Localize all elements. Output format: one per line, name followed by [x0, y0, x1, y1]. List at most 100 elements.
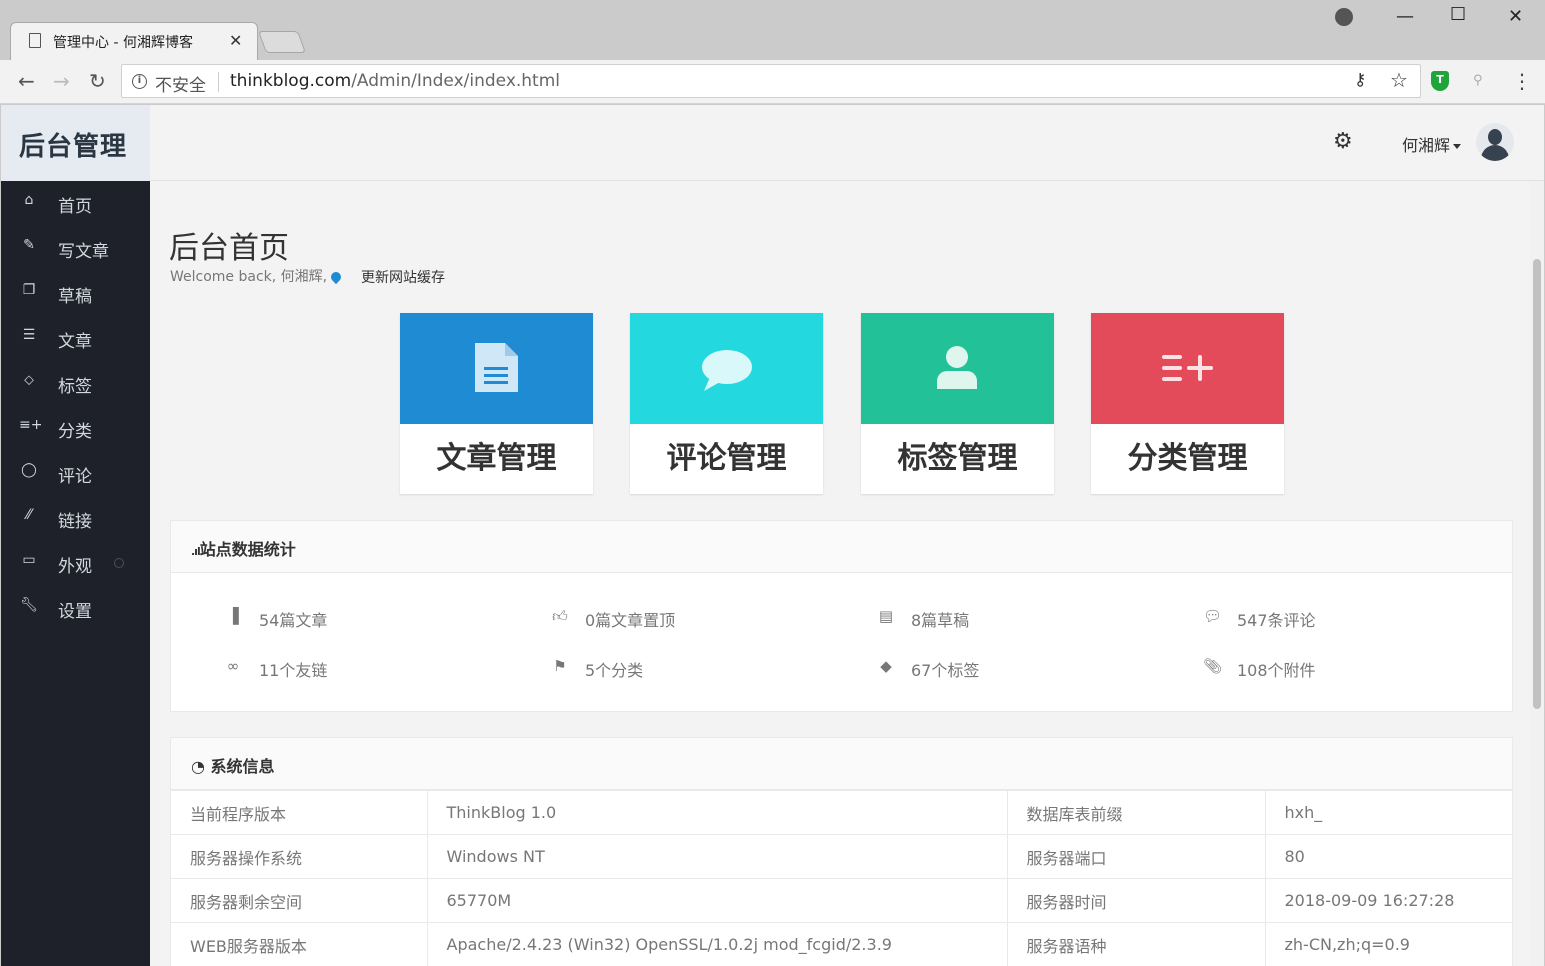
avatar-body — [1481, 145, 1509, 161]
bookmark-star-icon[interactable]: ☆ — [1390, 68, 1408, 92]
avatar[interactable] — [1476, 123, 1514, 161]
shield-extension-icon[interactable]: T — [1431, 71, 1449, 91]
panel-title-text: 系统信息 — [210, 757, 275, 776]
card-category-management[interactable]: 分类管理 — [1091, 313, 1284, 494]
system-info-table: 当前程序版本 ThinkBlog 1.0 数据库表前缀 hxh_ 服务器操作系统… — [171, 790, 1512, 966]
card-banner — [630, 313, 823, 424]
card-banner — [1091, 313, 1284, 424]
window-close-icon[interactable]: ✕ — [1508, 6, 1523, 27]
stat-comments: 547条评论 — [1237, 611, 1316, 630]
sitemap-extension-icon[interactable]: ⚲ — [1473, 73, 1483, 88]
sidebar-item-appearance[interactable]: ▭ 外观 — [1, 541, 150, 586]
table-row: 当前程序版本 ThinkBlog 1.0 数据库表前缀 hxh_ — [171, 790, 1512, 835]
submenu-indicator-icon — [114, 558, 124, 568]
panel-title: .ıl站点数据统计 — [191, 536, 296, 560]
back-arrow-icon[interactable]: ← — [18, 69, 35, 93]
card-label: 分类管理 — [1127, 441, 1248, 476]
tags-icon: ◆ — [880, 657, 892, 675]
sidebar-item-categories[interactable]: ≡+ 分类 — [1, 406, 150, 451]
card-banner — [400, 313, 593, 424]
info-icon[interactable]: i — [132, 74, 147, 89]
more-menu-icon[interactable]: ⋮ — [1512, 69, 1532, 93]
comments-icon: 💬︎ — [1203, 607, 1223, 625]
list-icon: ☰ — [22, 327, 36, 343]
sidebar-item-tags[interactable]: ⬦ 标签 — [1, 361, 150, 406]
card-banner — [861, 313, 1054, 424]
page-scrollbar[interactable] — [1530, 181, 1544, 966]
stat-articles: 54篇文章 — [259, 611, 328, 630]
link-icon: ∞ — [226, 657, 240, 675]
table-cell: 2018-09-09 16:27:28 — [1265, 878, 1512, 923]
browser-tab-active[interactable]: 管理中心 - 何湘辉博客 ✕ — [10, 22, 258, 60]
sidebar: ⌂ 首页 ✎ 写文章 ❐ 草稿 ☰ 文章 ⬦ 标签 ≡+ 分类 ◯ 评论 ⁄⁄ — [1, 181, 150, 966]
refresh-cache-link[interactable]: 更新网站缓存 — [361, 267, 445, 287]
card-label: 评论管理 — [666, 441, 787, 476]
link-icon: ⁄⁄ — [26, 507, 32, 523]
sidebar-item-label: 写文章 — [58, 242, 109, 262]
sidebar-item-settings[interactable]: 🔧︎ 设置 — [1, 586, 150, 631]
profile-icon[interactable] — [1335, 8, 1353, 26]
url-text[interactable]: thinkblog.com/Admin/Index/index.html — [230, 71, 560, 91]
user-menu[interactable]: 何湘辉 — [1402, 132, 1462, 156]
table-cell: hxh_ — [1265, 790, 1512, 835]
sidebar-item-comments[interactable]: ◯ 评论 — [1, 451, 150, 496]
sidebar-item-label: 首页 — [58, 197, 92, 217]
table-row: WEB服务器版本 Apache/2.4.23 (Win32) OpenSSL/1… — [171, 922, 1512, 966]
table-row: 服务器剩余空间 65770M 服务器时间 2018-09-09 16:27:28 — [171, 878, 1512, 923]
table-cell: WEB服务器版本 — [171, 922, 428, 966]
insecure-label: 不安全 — [155, 76, 206, 96]
monitor-icon: ▭ — [22, 552, 36, 568]
sidebar-item-label: 评论 — [58, 467, 92, 487]
tab-title: 管理中心 - 何湘辉博客 — [53, 35, 193, 51]
minimize-icon[interactable]: — — [1396, 6, 1414, 27]
comment-icon: ◯ — [21, 462, 37, 478]
sidebar-item-articles[interactable]: ☰ 文章 — [1, 316, 150, 361]
table-cell: 数据库表前缀 — [1007, 790, 1266, 835]
reload-icon[interactable]: ↻ — [89, 69, 106, 93]
table-cell: 服务器时间 — [1007, 878, 1266, 923]
forward-arrow-icon[interactable]: → — [53, 69, 70, 93]
edit-icon: ✎ — [23, 237, 35, 253]
maximize-icon[interactable]: ☐ — [1450, 4, 1466, 25]
copy-icon: ❐ — [22, 282, 36, 298]
system-info-panel: ◔ 系统信息 当前程序版本 ThinkBlog 1.0 数据库表前缀 hxh_ … — [170, 737, 1513, 966]
address-bar[interactable]: i 不安全 thinkblog.com/Admin/Index/index.ht… — [121, 64, 1421, 98]
tag-icon: ⬦ — [24, 372, 34, 388]
brand[interactable]: 后台管理 — [1, 105, 150, 181]
stat-pinned: 0篇文章置顶 — [585, 611, 676, 630]
table-cell: 服务器语种 — [1007, 922, 1266, 966]
tab-close-icon[interactable]: ✕ — [229, 31, 242, 50]
gear-icon[interactable]: ⚙ — [1333, 129, 1353, 154]
sidebar-item-home[interactable]: ⌂ 首页 — [1, 181, 150, 226]
card-article-management[interactable]: 文章管理 — [400, 313, 593, 494]
card-tag-management[interactable]: 标签管理 — [861, 313, 1054, 494]
sidebar-item-label: 标签 — [58, 377, 92, 397]
dashboard-gauge-icon: ◔ — [191, 757, 211, 776]
caret-down-icon — [1453, 144, 1462, 149]
table-cell: 服务器端口 — [1007, 834, 1266, 879]
browser-toolbar: ← → ↻ i 不安全 thinkblog.com/Admin/Index/in… — [0, 60, 1545, 104]
scrollbar-thumb[interactable] — [1533, 259, 1541, 709]
key-icon[interactable]: ⚷ — [1354, 70, 1366, 90]
panel-header: ◔ 系统信息 — [171, 738, 1512, 790]
paperclip-icon: 📎︎ — [1203, 657, 1223, 675]
welcome-text: Welcome back, 何湘辉, — [170, 266, 344, 286]
panel-title: ◔ 系统信息 — [191, 753, 275, 777]
admin-page: 后台管理 ⚙ 何湘辉 ⌂ 首页 ✎ 写文章 ❐ 草稿 ☰ 文章 ⬦ 标签 ≡+ … — [1, 105, 1544, 966]
sidebar-item-label: 设置 — [58, 602, 92, 622]
table-cell: 当前程序版本 — [171, 790, 428, 835]
wrench-icon: 🔧︎ — [20, 597, 38, 613]
site-stats-panel: .ıl站点数据统计 ▐ 54篇文章 👍︎ 0篇文章置顶 ▤ 8篇草稿 💬︎ 54… — [170, 520, 1513, 712]
new-tab-button[interactable] — [257, 31, 307, 53]
stat-categories: 5个分类 — [585, 661, 644, 680]
card-comment-management[interactable]: 评论管理 — [630, 313, 823, 494]
sidebar-item-links[interactable]: ⁄⁄ 链接 — [1, 496, 150, 541]
sidebar-item-label: 分类 — [58, 422, 92, 442]
category-plus-icon: ≡+ — [19, 417, 43, 433]
panel-title-text: 站点数据统计 — [199, 540, 296, 559]
sidebar-item-drafts[interactable]: ❐ 草稿 — [1, 271, 150, 316]
avatar-head — [1488, 129, 1502, 145]
url-host: thinkblog.com — [230, 71, 352, 91]
sidebar-item-write[interactable]: ✎ 写文章 — [1, 226, 150, 271]
table-cell: Apache/2.4.23 (Win32) OpenSSL/1.0.2j mod… — [427, 922, 1008, 966]
